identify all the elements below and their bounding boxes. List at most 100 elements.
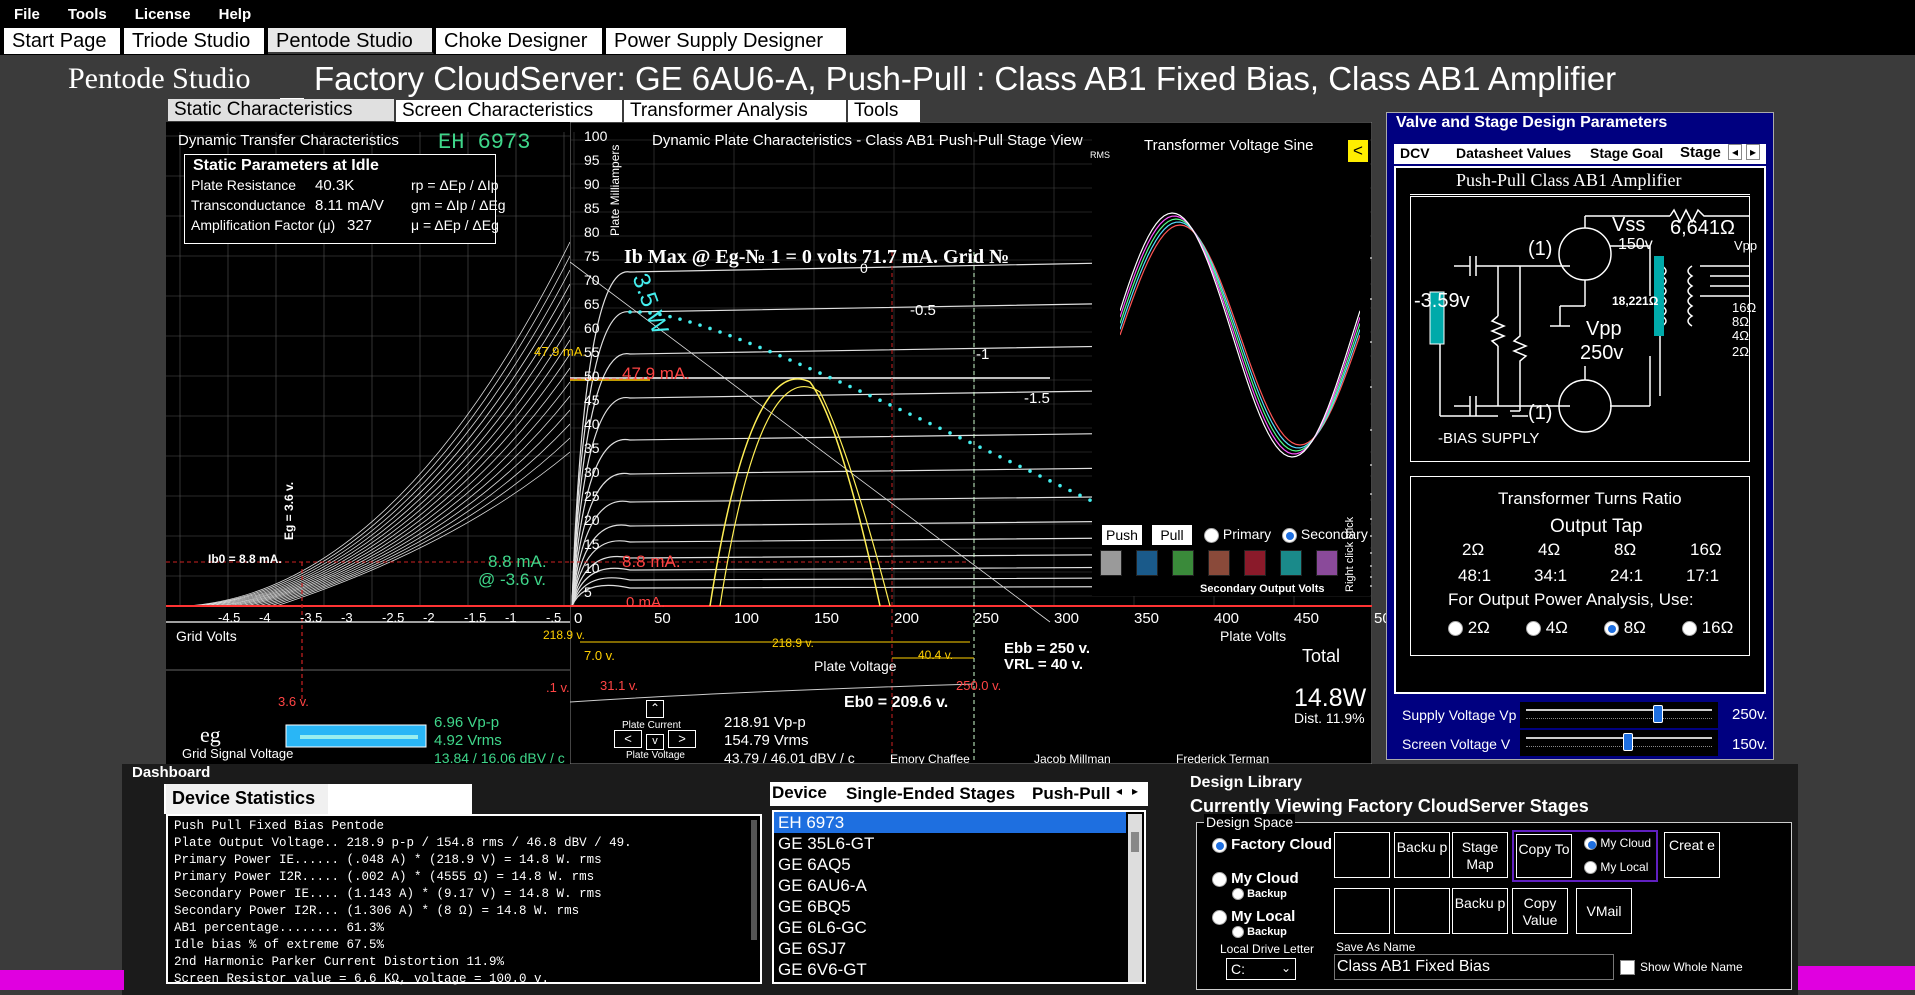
tab-tools[interactable]: Tools <box>848 100 920 122</box>
ohm-radio-2[interactable]: 8Ω <box>1604 618 1646 638</box>
grid-tick: -2 <box>423 610 435 625</box>
x-tick: 150 <box>814 610 840 627</box>
tab-scroll-right-button[interactable]: ▸ <box>1746 144 1761 160</box>
device-list-item[interactable]: GE 6SJ7 <box>774 938 1126 959</box>
device-list-item[interactable]: GE 6BQ5 <box>774 896 1126 917</box>
plate-voltage-left-button[interactable]: < <box>614 730 642 748</box>
device-tab-left-button[interactable]: ◂ <box>1116 784 1122 798</box>
collapse-sine-button[interactable]: < <box>1348 140 1368 162</box>
my-local-backup-radio[interactable]: Backup <box>1232 926 1287 939</box>
color-swatch[interactable] <box>1172 550 1194 576</box>
device-list-scrollbar[interactable] <box>1128 814 1142 982</box>
tab-triode-studio[interactable]: Triode Studio <box>124 28 266 54</box>
factory-cloud-radio[interactable]: Factory Cloud <box>1212 836 1332 853</box>
plate-voltage-right-button[interactable]: > <box>668 730 696 748</box>
device-list-item[interactable]: GE 6V6-GT <box>774 959 1126 980</box>
ohm-radio-0[interactable]: 2Ω <box>1448 618 1490 638</box>
backup-button[interactable]: Backu p <box>1394 832 1450 878</box>
sine-chart[interactable] <box>1120 170 1360 500</box>
device-list-scroll-thumb[interactable] <box>1131 832 1139 852</box>
my-local-radio[interactable]: My Local <box>1212 908 1295 925</box>
menu-file[interactable]: File <box>14 6 40 23</box>
tab-stage-goal[interactable]: Stage Goal <box>1590 145 1663 161</box>
secondary-output-label: Secondary Output Volts <box>1200 583 1325 595</box>
y-tick: 55 <box>584 344 600 360</box>
empty-slot-1[interactable] <box>1334 832 1390 878</box>
pull-button[interactable]: Pull <box>1152 525 1192 545</box>
screen-slider-thumb[interactable] <box>1622 733 1633 751</box>
tab-single-ended-stages[interactable]: Single-Ended Stages <box>846 784 1015 804</box>
drive-letter-value: C: <box>1231 961 1245 977</box>
valve-tabs: DCV Datasheet Values Stage Goal Stage ◂ … <box>1394 144 1766 164</box>
menu-help[interactable]: Help <box>219 6 252 23</box>
supply-voltage-slider[interactable] <box>1520 702 1718 728</box>
tab-pentode-studio[interactable]: Pentode Studio <box>268 28 434 54</box>
device-list-item[interactable]: GE 6AU6-A <box>774 875 1126 896</box>
copy-to-my-local-radio[interactable]: My Local <box>1584 860 1648 875</box>
device-tab-right-button[interactable]: ▸ <box>1132 784 1138 798</box>
stage-map-button[interactable]: Stage Map <box>1452 832 1508 878</box>
tab-datasheet-values[interactable]: Datasheet Values <box>1456 145 1571 161</box>
copy-to-button[interactable]: Copy To <box>1516 834 1572 878</box>
supply-slider-thumb[interactable] <box>1652 705 1663 723</box>
tab-screen-characteristics[interactable]: Screen Characteristics <box>396 100 622 122</box>
tab-start-page[interactable]: Start Page <box>4 28 122 54</box>
drive-letter-select[interactable]: C: ⌄ <box>1226 958 1296 980</box>
device-list[interactable]: EH 6973 GE 35L6-GT GE 6AQ5 GE 6AU6-A GE 6BQ5… <box>772 810 1146 984</box>
tab-scroll-left-button[interactable]: ◂ <box>1728 144 1743 160</box>
copy-to-my-cloud-radio[interactable]: My Cloud <box>1584 836 1651 851</box>
tab-dcv[interactable]: DCV <box>1400 145 1430 161</box>
menu-license[interactable]: License <box>135 6 191 23</box>
device-list-item[interactable]: GE 6AQ5 <box>774 854 1126 875</box>
ohm-radio-1[interactable]: 4Ω <box>1526 618 1568 638</box>
my-local-backup-label: Backup <box>1247 926 1287 938</box>
my-cloud-radio[interactable]: My Cloud <box>1212 870 1299 887</box>
power-dot <box>988 450 992 454</box>
device-list-item[interactable]: GE 6L6-GC <box>774 917 1126 938</box>
tab-choke-designer[interactable]: Choke Designer <box>436 28 604 54</box>
device-statistics-tab[interactable]: Device Statistics <box>166 784 328 814</box>
show-whole-name-checkbox[interactable] <box>1620 960 1635 975</box>
vss-value: 150v <box>1618 236 1653 253</box>
vss-label: Vss <box>1612 214 1646 236</box>
power-dot <box>808 366 812 371</box>
plate-volts-label: Plate Volts <box>1220 628 1287 644</box>
tab-device[interactable]: Device <box>772 783 827 803</box>
primary-radio[interactable]: Primary <box>1204 526 1271 543</box>
plate-current-up-button[interactable]: ⌃ <box>646 700 664 718</box>
menu-tools[interactable]: Tools <box>68 6 107 23</box>
create-button[interactable]: Creat e <box>1664 832 1720 878</box>
tube1-label: (1) <box>1528 238 1553 260</box>
secondary-radio[interactable]: Secondary <box>1282 526 1368 543</box>
my-cloud-backup-radio[interactable]: Backup <box>1232 888 1287 901</box>
empty-slot-3[interactable] <box>1394 888 1450 934</box>
tab-static-characteristics[interactable]: Static Characteristics <box>168 99 394 121</box>
tab-power-supply-designer[interactable]: Power Supply Designer <box>606 28 848 54</box>
device-list-item[interactable]: EH 6973 <box>774 812 1126 833</box>
tab-stage[interactable]: Stage <box>1680 144 1721 161</box>
plate-current-down-button[interactable]: v <box>646 734 664 750</box>
power-dot <box>948 431 952 435</box>
vmail-button[interactable]: VMail <box>1576 888 1632 934</box>
color-swatch[interactable] <box>1136 550 1158 576</box>
empty-slot-2[interactable] <box>1334 888 1390 934</box>
output-tap-title: Output Tap <box>1550 516 1643 537</box>
tab-transformer-analysis[interactable]: Transformer Analysis <box>624 100 846 122</box>
copy-value-button[interactable]: Copy Value <box>1512 888 1568 934</box>
color-swatch[interactable] <box>1316 550 1338 576</box>
color-swatch[interactable] <box>1244 550 1266 576</box>
color-swatch[interactable] <box>1280 550 1302 576</box>
curve-label-1: -0.5 <box>910 302 936 319</box>
color-swatch[interactable] <box>1100 550 1122 576</box>
stats-scrollbar[interactable] <box>751 820 757 940</box>
plate-voltage-small-label: Plate Voltage <box>626 750 685 761</box>
menu-bar: File Tools License Help <box>0 0 1915 28</box>
backup-2-button[interactable]: Backu p <box>1452 888 1508 934</box>
color-swatch[interactable] <box>1208 550 1230 576</box>
save-as-input[interactable]: Class AB1 Fixed Bias <box>1334 954 1614 980</box>
screen-voltage-slider[interactable] <box>1520 730 1718 756</box>
push-button[interactable]: Push <box>1102 525 1142 545</box>
tab-push-pull[interactable]: Push-Pull <box>1032 784 1110 804</box>
ohm-radio-3[interactable]: 16Ω <box>1682 618 1733 638</box>
device-list-item[interactable]: GE 35L6-GT <box>774 833 1126 854</box>
